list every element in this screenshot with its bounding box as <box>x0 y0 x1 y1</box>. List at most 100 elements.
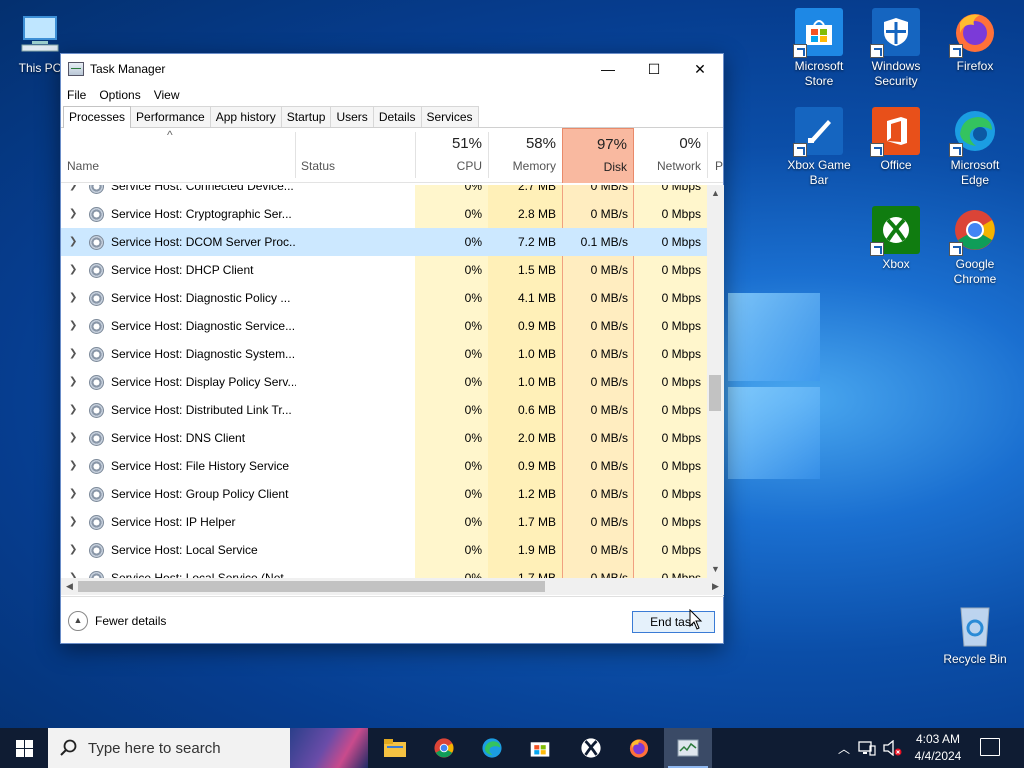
vertical-scroll-thumb[interactable] <box>709 375 721 411</box>
column-name[interactable]: Name <box>61 128 295 183</box>
expand-chevron-icon[interactable]: ❯ <box>69 480 79 508</box>
menu-view[interactable]: View <box>154 88 180 102</box>
scroll-up-arrow-icon[interactable]: ▲ <box>707 185 724 202</box>
expand-chevron-icon[interactable]: ❯ <box>69 228 79 256</box>
taskbar-xbox[interactable] <box>567 728 615 768</box>
process-name: Service Host: Display Policy Serv... <box>111 375 296 389</box>
desktop-icon-microsoft-edge[interactable]: Microsoft Edge <box>937 107 1013 188</box>
table-row[interactable]: ❯ Service Host: Group Policy Client 0% 1.2 … <box>61 480 707 508</box>
expand-chevron-icon[interactable]: ❯ <box>69 340 79 368</box>
menu-options[interactable]: Options <box>99 88 140 102</box>
table-row[interactable]: ❯ Service Host: DCOM Server Proc... 0% 7.2 … <box>61 228 707 256</box>
expand-chevron-icon[interactable]: ❯ <box>69 396 79 424</box>
memory-value: 4.1 MB <box>517 291 556 305</box>
column-network[interactable]: 0% Network <box>634 128 707 183</box>
taskbar-edge[interactable] <box>468 728 516 768</box>
column-memory[interactable]: 58% Memory <box>488 128 562 183</box>
menu-file[interactable]: File <box>67 88 86 102</box>
show-hidden-icons-chevron-icon[interactable]: ︿ <box>838 740 850 757</box>
taskbar-firefox[interactable] <box>615 728 663 768</box>
taskbar-chrome[interactable] <box>420 728 468 768</box>
volume-muted-icon[interactable] <box>882 740 902 756</box>
process-name: Service Host: IP Helper <box>111 515 236 529</box>
taskbar-microsoft-store[interactable] <box>516 728 564 768</box>
horizontal-scrollbar[interactable]: ◀ ▶ <box>61 578 724 595</box>
vertical-scrollbar[interactable]: ▲ ▼ <box>707 185 724 578</box>
taskbar-file-explorer[interactable] <box>371 728 419 768</box>
search-icon <box>60 739 77 756</box>
expand-chevron-icon[interactable]: ❯ <box>69 200 79 228</box>
table-row[interactable]: ❯ Service Host: Diagnostic System... 0% 1.0… <box>61 340 707 368</box>
scroll-left-arrow-icon[interactable]: ◀ <box>61 578 78 595</box>
clock[interactable]: 4:03 AM 4/4/2024 <box>906 731 970 765</box>
expand-chevron-icon[interactable]: ❯ <box>69 564 79 578</box>
disk-value: 0 MB/s <box>590 347 628 361</box>
column-disk[interactable]: 97% Disk <box>562 128 634 183</box>
table-row[interactable]: ❯ Service Host: Local Service 0% 1.9 MB 0 MB… <box>61 536 707 564</box>
minimize-button[interactable]: — <box>585 54 631 84</box>
disk-value: 0 MB/s <box>590 459 628 473</box>
scroll-right-arrow-icon[interactable]: ▶ <box>707 578 724 595</box>
network-icon[interactable] <box>858 740 876 756</box>
table-row[interactable]: ❯ Service Host: Diagnostic Policy ... 0% 4.… <box>61 284 707 312</box>
task-manager-window[interactable]: Task Manager — ☐ ✕ File Options View Pro… <box>60 53 724 644</box>
column-power[interactable]: P <box>711 128 723 183</box>
notification-center-icon[interactable] <box>980 738 1000 756</box>
expand-chevron-icon[interactable]: ❯ <box>69 185 79 200</box>
table-row[interactable]: ❯ Service Host: Display Policy Serv... 0% 1… <box>61 368 707 396</box>
network-value: 0 Mbps <box>661 487 701 501</box>
fewer-details-button[interactable]: ▲ Fewer details <box>68 611 166 631</box>
expand-chevron-icon[interactable]: ❯ <box>69 508 79 536</box>
expand-chevron-icon[interactable]: ❯ <box>69 256 79 284</box>
tab-performance[interactable]: Performance <box>130 106 211 127</box>
process-name: Service Host: Distributed Link Tr... <box>111 403 292 417</box>
desktop-icon-xbox[interactable]: Xbox <box>858 206 934 272</box>
search-highlight-image <box>290 728 368 768</box>
expand-chevron-icon[interactable]: ❯ <box>69 536 79 564</box>
scroll-down-arrow-icon[interactable]: ▼ <box>707 561 724 578</box>
column-cpu[interactable]: 51% CPU <box>415 128 488 183</box>
disk-value: 0 MB/s <box>590 403 628 417</box>
table-row[interactable]: ❯ Service Host: IP Helper 0% 1.7 MB 0 MB/s 0 … <box>61 508 707 536</box>
tab-startup[interactable]: Startup <box>280 106 332 127</box>
expand-chevron-icon[interactable]: ❯ <box>69 284 79 312</box>
table-row[interactable]: ❯ Service Host: Cryptographic Ser... 0% 2.8… <box>61 200 707 228</box>
table-row[interactable]: ❯ Service Host: File History Service 0% 0.9… <box>61 452 707 480</box>
network-value: 0 Mbps <box>661 515 701 529</box>
desktop-icon-recycle-bin[interactable]: Recycle Bin <box>937 601 1013 667</box>
close-button[interactable]: ✕ <box>677 54 723 84</box>
title-bar[interactable]: Task Manager — ☐ ✕ <box>61 54 723 84</box>
task-manager-icon <box>677 739 699 757</box>
network-value: 0 Mbps <box>661 319 701 333</box>
table-row[interactable]: ❯ Service Host: Connected Device... 0% 2.7 … <box>61 185 707 200</box>
expand-chevron-icon[interactable]: ❯ <box>69 452 79 480</box>
desktop-icon-windows-security[interactable]: Windows Security <box>858 8 934 89</box>
desktop-icon-firefox[interactable]: Firefox <box>937 8 1013 74</box>
process-name: Service Host: Cryptographic Ser... <box>111 207 292 221</box>
column-separator[interactable] <box>707 132 708 178</box>
tab-processes[interactable]: Processes <box>63 106 132 128</box>
search-box[interactable]: Type here to search <box>48 728 368 768</box>
expand-chevron-icon[interactable]: ❯ <box>69 368 79 396</box>
table-row[interactable]: ❯ Service Host: Local Service (Net... 0% 1.… <box>61 564 707 578</box>
maximize-button[interactable]: ☐ <box>631 54 677 84</box>
desktop-icon-xbox-game-bar[interactable]: Xbox Game Bar <box>781 107 857 188</box>
tab-services[interactable]: Services <box>420 106 479 127</box>
table-row[interactable]: ❯ Service Host: DNS Client 0% 2.0 MB 0 MB/s 0… <box>61 424 707 452</box>
tab-details[interactable]: Details <box>372 106 422 127</box>
desktop-icon-microsoft-store[interactable]: Microsoft Store <box>781 8 857 89</box>
column-status[interactable]: Status <box>295 128 415 183</box>
table-row[interactable]: ❯ Service Host: Distributed Link Tr... 0% 0… <box>61 396 707 424</box>
expand-chevron-icon[interactable]: ❯ <box>69 424 79 452</box>
desktop-icon-office[interactable]: Office <box>858 107 934 173</box>
table-row[interactable]: ❯ Service Host: Diagnostic Service... 0% 0.… <box>61 312 707 340</box>
taskbar-task-manager[interactable] <box>664 728 712 768</box>
expand-chevron-icon[interactable]: ❯ <box>69 312 79 340</box>
horizontal-scroll-thumb[interactable] <box>78 581 545 592</box>
tab-app-history[interactable]: App history <box>209 106 282 127</box>
start-button[interactable] <box>0 728 48 768</box>
table-row[interactable]: ❯ Service Host: DHCP Client 0% 1.5 MB 0 MB/s… <box>61 256 707 284</box>
desktop-icon-google-chrome[interactable]: Google Chrome <box>937 206 1013 287</box>
tab-users[interactable]: Users <box>330 106 374 127</box>
process-list[interactable]: ❯ Service Host: Connected Device... 0% 2.7 … <box>61 185 707 578</box>
